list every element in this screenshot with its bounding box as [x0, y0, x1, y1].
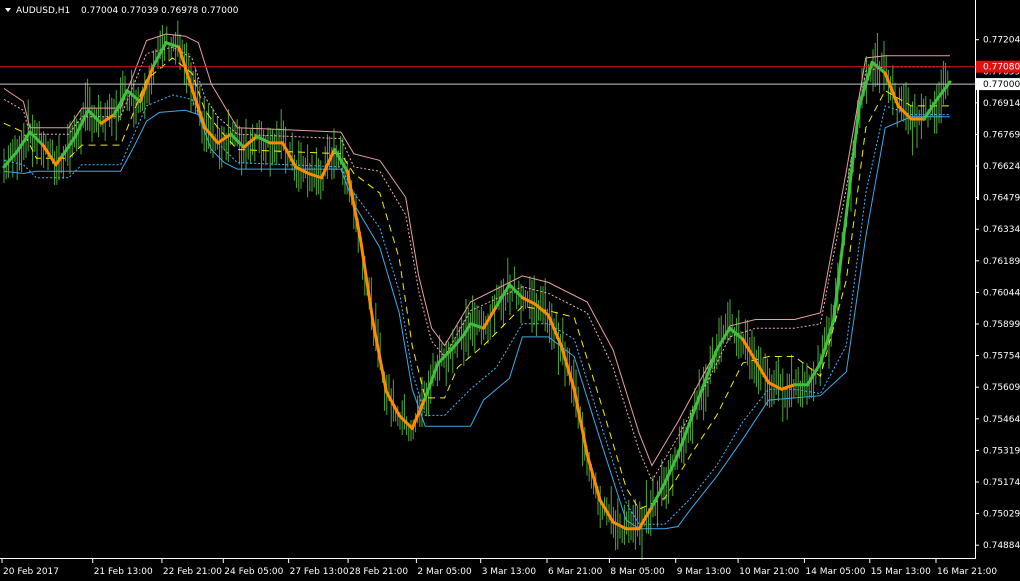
y-tick-label: 0.75319	[983, 446, 1020, 456]
x-tick-label: 15 Mar 13:00	[871, 567, 931, 577]
x-tick-label: 16 Mar 21:00	[937, 567, 997, 577]
x-tick-label: 2 Mar 05:00	[417, 567, 472, 577]
x-tick-label: 10 Mar 21:00	[739, 567, 799, 577]
y-tick-label: 0.76624	[983, 162, 1020, 172]
y-tick-label: 0.75464	[983, 415, 1020, 425]
chart-root: 0.772040.770590.769140.767690.766240.764…	[0, 0, 1020, 581]
x-tick-label: 8 Mar 05:00	[610, 567, 665, 577]
y-tick-label: 0.76479	[983, 194, 1020, 204]
y-tick-label: 0.76334	[983, 225, 1020, 235]
x-tick-label: 27 Feb 13:00	[290, 567, 349, 577]
y-tick-label: 0.77204	[983, 36, 1020, 46]
x-tick-label: 6 Mar 21:00	[548, 567, 603, 577]
symbol-label: AUDUSD,H1	[16, 6, 70, 16]
y-tick-label: 0.76914	[983, 99, 1020, 109]
y-tick-label: 0.75754	[983, 352, 1020, 362]
ohlc-values: 0.77004 0.77039 0.76978 0.77000	[81, 6, 239, 16]
y-tick-label: 0.76769	[983, 130, 1020, 140]
y-tick-label: 0.75029	[983, 510, 1020, 520]
x-tick-label: 24 Feb 05:00	[224, 567, 283, 577]
y-tick-label: 0.76189	[983, 257, 1020, 267]
y-tick-label: 0.76044	[983, 288, 1020, 298]
y-tick-label: 0.75609	[983, 383, 1020, 393]
x-tick-label: 22 Feb 21:00	[163, 567, 222, 577]
x-tick-label: 20 Feb 2017	[3, 567, 59, 577]
price-badge-label: 0.77000	[983, 80, 1020, 90]
price-badge-label: 0.77080	[983, 63, 1020, 73]
chart-header: AUDUSD,H1 0.77004 0.77039 0.76978 0.7700…	[5, 6, 239, 16]
x-tick-label: 21 Feb 13:00	[94, 567, 153, 577]
x-tick-label: 3 Mar 13:00	[482, 567, 537, 577]
x-tick-label: 28 Feb 21:00	[349, 567, 408, 577]
y-tick-label: 0.75174	[983, 478, 1020, 488]
x-tick-label: 14 Mar 05:00	[805, 567, 865, 577]
x-tick-label: 9 Mar 13:00	[677, 567, 732, 577]
y-tick-label: 0.74884	[983, 541, 1020, 551]
y-tick-label: 0.75899	[983, 320, 1020, 330]
price-chart[interactable]: 0.772040.770590.769140.767690.766240.764…	[0, 0, 1020, 581]
